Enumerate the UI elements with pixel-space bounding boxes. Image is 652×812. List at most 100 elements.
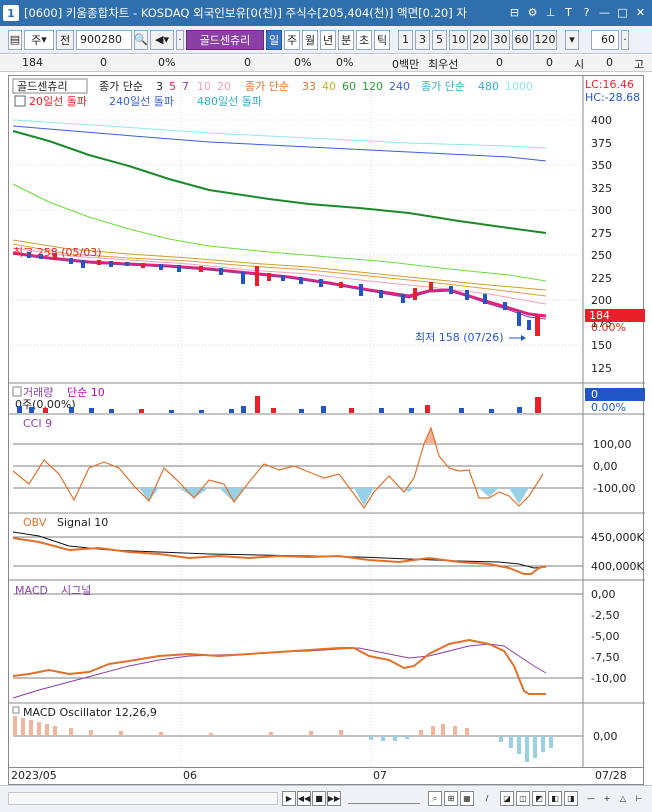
zoom-slider[interactable] — [348, 794, 420, 804]
price-axis: 400 375 350 325 300 275 250 225 200 175 … — [591, 114, 612, 375]
osc-bar — [119, 731, 123, 736]
candle — [81, 260, 85, 268]
tab-month[interactable]: 월 — [302, 29, 318, 50]
tool-d-icon[interactable]: ◧ — [548, 791, 562, 806]
tool-e-icon[interactable]: ◨ — [564, 791, 578, 806]
x-label-right: 07/28 — [595, 769, 627, 782]
high-annotation: 최고 258 (05/03) — [13, 246, 102, 259]
info-vol-rate2: 0% — [336, 56, 354, 69]
close-icon[interactable]: ✕ — [633, 4, 648, 21]
price-tick: 375 — [591, 137, 612, 150]
period-select[interactable]: 주 ▾ — [24, 29, 54, 50]
speaker-icon[interactable]: ◀▾ — [150, 29, 174, 50]
fast-forward-icon[interactable]: ▶▶ — [327, 791, 341, 806]
interval-3[interactable]: 3 — [415, 29, 430, 50]
osc-bar — [419, 730, 423, 736]
fast-back-icon[interactable]: ◀◀ — [297, 791, 311, 806]
layout-icon[interactable]: ▦ — [460, 791, 474, 806]
compare-icon[interactable]: ⊞ — [444, 791, 458, 806]
interval-1[interactable]: 1 — [398, 29, 413, 50]
cci-line — [12, 426, 544, 510]
tab-week[interactable]: 주 — [284, 29, 300, 50]
tool-c-icon[interactable]: ◩ — [532, 791, 546, 806]
help-icon[interactable]: ? — [579, 4, 594, 21]
legend-ma-7: 7 — [182, 80, 189, 93]
info-bar: 184 0 0% 0 0% 0% 0백만 최우선 0 0 시 0 고 — [0, 55, 652, 72]
candle — [401, 294, 405, 303]
candle — [109, 261, 113, 267]
scroll-right-icon[interactable]: ▶ — [282, 791, 296, 806]
osc-bar — [393, 736, 397, 741]
macd-axis: 0,00 -2,50 -5,00 -7,50 -10,00 — [591, 588, 626, 685]
zoom-plus-icon[interactable]: + — [600, 791, 614, 806]
osc-bar — [431, 726, 435, 736]
dropdown-icon[interactable]: ▾ — [565, 29, 579, 50]
zoom-fit-icon[interactable]: △ — [616, 791, 630, 806]
search-icon[interactable]: 🔍 — [134, 29, 148, 50]
volume-badge-value: 0 — [591, 388, 598, 401]
price-badge-pct: 0.00% — [591, 321, 626, 334]
zoom-out-icon[interactable]: ⌕ — [428, 791, 442, 806]
stock-name[interactable]: 골드센츄리 — [186, 29, 264, 50]
info-ask: 0 — [546, 56, 553, 69]
candle — [517, 312, 521, 326]
macd-tick: -5,00 — [591, 630, 619, 643]
tab-tick[interactable]: 틱 — [374, 29, 390, 50]
info-time-label: 시 — [574, 58, 585, 71]
legend-ma: 종가 단순 — [99, 80, 143, 93]
interval-5[interactable]: 5 — [432, 29, 447, 50]
volume-bar — [139, 409, 144, 413]
tool-a-icon[interactable]: ◪ — [500, 791, 514, 806]
interval-60[interactable]: 60 — [512, 29, 531, 50]
volume-bar — [89, 408, 94, 413]
tool-b-icon[interactable]: ◫ — [516, 791, 530, 806]
candle — [219, 268, 223, 275]
interval-buttons: 1 3 5 10 20 30 60 120 — [398, 29, 559, 50]
maximize-icon[interactable]: □ — [615, 4, 630, 21]
volume-handle — [12, 386, 22, 397]
osc-positive-bars — [13, 716, 469, 736]
chart-area[interactable]: 최고 258 (05/03) 최저 158 (07/26) 골드센츄리 종가 단… — [8, 75, 645, 769]
price-tick: 350 — [591, 159, 612, 172]
obv-tick: 400,000K — [591, 560, 644, 573]
osc-bar — [37, 722, 41, 736]
minimize-icon[interactable]: — — [597, 4, 612, 21]
osc-bar — [509, 736, 513, 748]
count-input[interactable]: 60 — [591, 29, 619, 50]
osc-bar — [533, 736, 537, 758]
oscillator-panel: MACD Oscillator 12,26,9 0,00 — [9, 702, 645, 762]
legend-ma-240: 240 — [389, 80, 410, 93]
candle — [483, 294, 487, 304]
settings-icon[interactable]: ⚙ — [525, 4, 540, 21]
interval-30[interactable]: 30 — [491, 29, 510, 50]
zoom-minus-icon[interactable]: — — [584, 791, 598, 806]
osc-bar — [21, 718, 25, 736]
text-icon[interactable]: T — [561, 4, 576, 21]
interval-120[interactable]: 120 — [533, 29, 557, 50]
tab-day[interactable]: 일 — [266, 29, 282, 50]
code-input[interactable]: 900280 — [76, 29, 132, 50]
arrow-icon[interactable]: · — [176, 29, 184, 50]
interval-20[interactable]: 20 — [470, 29, 489, 50]
volume-bar — [459, 408, 464, 413]
tab-year[interactable]: 년 — [320, 29, 336, 50]
tile-icon[interactable]: ⊟ — [507, 4, 522, 21]
zoom-reset-icon[interactable]: ⊢ — [632, 791, 646, 806]
macd-tick: -2,50 — [591, 609, 619, 622]
prev-button[interactable]: 전 — [56, 29, 74, 50]
price-tick: 275 — [591, 227, 612, 240]
chart-svg: 최고 258 (05/03) 최저 158 (07/26) 골드센츄리 종가 단… — [9, 76, 645, 769]
volume-bar — [109, 409, 114, 413]
count-spin-icon[interactable]: · — [621, 29, 629, 50]
menu-icon[interactable]: ▤ — [8, 29, 22, 50]
stop-icon[interactable]: ■ — [312, 791, 326, 806]
legend-break-240: 240일선 돌파 — [109, 94, 174, 108]
pin-icon[interactable]: ⊥ — [543, 4, 558, 21]
volume-bar — [299, 409, 304, 413]
tab-second[interactable]: 초 — [356, 29, 372, 50]
scroll-track[interactable] — [8, 792, 278, 805]
interval-10[interactable]: 10 — [449, 29, 468, 50]
tab-minute[interactable]: 분 — [338, 29, 354, 50]
volume-bar — [425, 405, 430, 413]
volume-bar — [69, 407, 74, 413]
